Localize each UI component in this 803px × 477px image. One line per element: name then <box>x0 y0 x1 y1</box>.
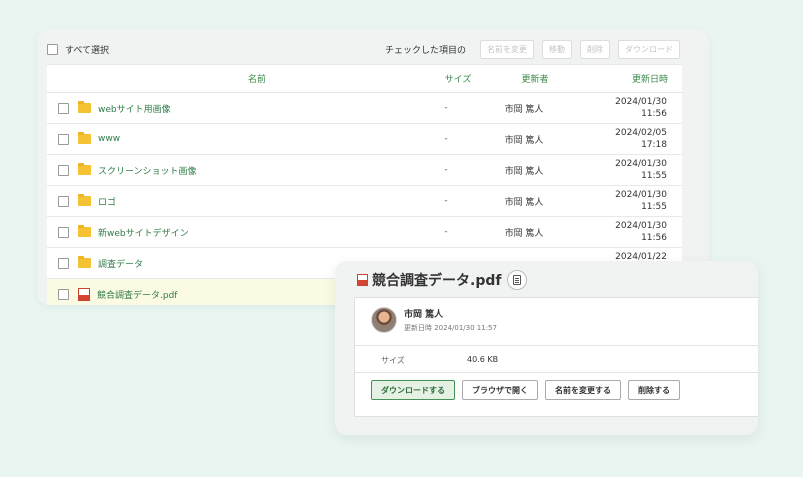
owner-info: 市岡 篤人 更新日時 2024/01/30 11:57 <box>371 307 497 333</box>
folder-icon <box>78 194 91 206</box>
column-header-size[interactable]: サイズ <box>407 72 485 85</box>
download-action-button[interactable]: ダウンロードする <box>371 380 455 400</box>
file-updated-date: 2024/01/30 <box>615 221 667 231</box>
column-header-name[interactable]: 名前 <box>47 72 407 85</box>
table-row[interactable]: ロゴ - 市岡 篤人 2024/01/30 11:55 <box>47 186 682 217</box>
row-checkbox[interactable] <box>58 226 69 238</box>
move-button[interactable]: 移動 <box>542 39 572 59</box>
file-updater: 市岡 篤人 <box>504 197 544 208</box>
row-checkbox[interactable] <box>58 257 69 269</box>
size-value: 40.6 KB <box>467 355 499 364</box>
table-row[interactable]: 新webサイトデザイン - 市岡 篤人 2024/01/30 11:56 <box>47 217 682 248</box>
column-header-updater[interactable]: 更新者 <box>485 72 569 85</box>
detail-card: 市岡 篤人 更新日時 2024/01/30 11:57 サイズ 40.6 KB … <box>354 297 758 417</box>
owner-updated: 更新日時 2024/01/30 11:57 <box>404 324 497 332</box>
checked-items-label: チェックした項目の <box>384 45 466 56</box>
file-updated: 2024/01/30 11:55 <box>572 189 682 213</box>
column-header-updated[interactable]: 更新日時 <box>569 72 682 85</box>
row-checkbox[interactable] <box>58 164 69 176</box>
table-header: 名前 サイズ 更新者 更新日時 <box>47 64 682 93</box>
file-name-link[interactable]: スクリーンショット画像 <box>98 164 416 177</box>
delete-action-button[interactable]: 削除する <box>628 380 680 400</box>
row-checkbox[interactable] <box>58 133 69 145</box>
table-row[interactable]: webサイト用画像 - 市岡 篤人 2024/01/30 11:56 <box>47 93 682 124</box>
file-name-link[interactable]: webサイト用画像 <box>98 102 416 115</box>
size-row: サイズ 40.6 KB <box>381 355 498 366</box>
file-updater: 市岡 篤人 <box>504 104 544 115</box>
row-checkbox[interactable] <box>58 102 69 114</box>
detail-header: 競合調査データ.pdf <box>357 270 528 290</box>
file-size: - <box>444 165 448 175</box>
table-row[interactable]: www - 市岡 篤人 2024/02/05 17:18 <box>47 124 682 155</box>
row-checkbox[interactable] <box>58 288 69 300</box>
file-updated: 2024/02/05 17:18 <box>572 127 682 151</box>
divider <box>355 372 758 373</box>
folder-icon <box>78 163 91 175</box>
clipboard-icon[interactable] <box>507 270 528 290</box>
detail-file-title: 競合調査データ.pdf <box>372 273 502 289</box>
row-checkbox[interactable] <box>58 195 69 207</box>
list-toolbar: すべて選択 チェックした項目の 名前を変更 移動 削除 ダウンロード <box>47 35 680 63</box>
table-row[interactable]: スクリーンショット画像 - 市岡 篤人 2024/01/30 11:55 <box>47 155 682 186</box>
download-button[interactable]: ダウンロード <box>618 39 680 59</box>
file-size: - <box>444 227 448 237</box>
file-updated-date: 2024/01/30 <box>615 159 667 169</box>
rename-button[interactable]: 名前を変更 <box>480 39 534 59</box>
file-size: - <box>444 134 448 144</box>
file-updater: 市岡 篤人 <box>504 228 544 239</box>
file-updated-time: 11:56 <box>641 109 667 119</box>
delete-button[interactable]: 削除 <box>580 39 610 59</box>
select-all-checkbox[interactable] <box>47 43 58 55</box>
file-updater: 市岡 篤人 <box>504 135 544 146</box>
pdf-file-icon <box>357 274 368 286</box>
file-updated-time: 11:56 <box>641 233 667 243</box>
file-updated-time: 11:55 <box>641 171 667 181</box>
file-detail-panel: 競合調査データ.pdf 市岡 篤人 更新日時 2024/01/30 11:57 … <box>335 261 758 435</box>
size-label: サイズ <box>381 356 405 365</box>
rename-action-button[interactable]: 名前を変更する <box>545 380 621 400</box>
detail-actions: ダウンロードする ブラウザで開く 名前を変更する 削除する <box>371 380 687 400</box>
file-updated: 2024/01/30 11:55 <box>572 158 682 182</box>
file-updated: 2024/01/30 11:56 <box>572 96 682 120</box>
open-in-browser-button[interactable]: ブラウザで開く <box>462 380 538 400</box>
file-updated: 2024/01/30 11:56 <box>572 220 682 244</box>
file-size: - <box>444 196 448 206</box>
file-updated-date: 2024/01/30 <box>615 97 667 107</box>
file-updated-date: 2024/02/05 <box>615 128 667 138</box>
owner-name: 市岡 篤人 <box>404 310 444 320</box>
folder-icon <box>78 225 91 237</box>
divider <box>355 345 758 346</box>
file-updater: 市岡 篤人 <box>504 166 544 177</box>
file-updated-time: 17:18 <box>641 140 667 150</box>
file-updated-date: 2024/01/30 <box>615 190 667 200</box>
file-name-link[interactable]: 新webサイトデザイン <box>98 226 416 239</box>
pdf-file-icon <box>78 287 90 301</box>
file-name-link[interactable]: ロゴ <box>98 195 416 208</box>
folder-icon <box>78 256 91 268</box>
folder-icon <box>78 101 91 113</box>
select-all-label[interactable]: すべて選択 <box>65 43 109 56</box>
avatar <box>371 307 397 333</box>
file-name-link[interactable]: www <box>98 134 416 144</box>
file-size: - <box>444 103 448 113</box>
folder-icon <box>78 132 91 144</box>
file-updated-time: 11:55 <box>641 202 667 212</box>
